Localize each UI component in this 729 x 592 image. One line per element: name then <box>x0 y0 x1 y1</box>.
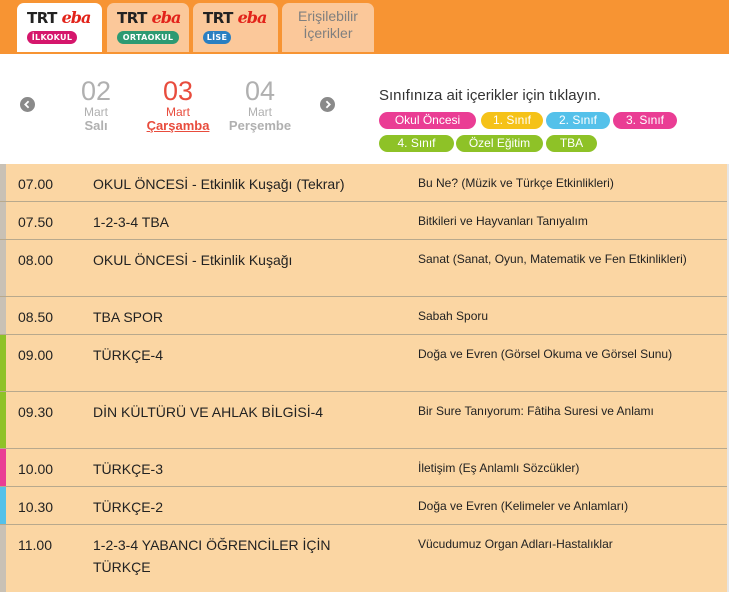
class-color-stripe <box>0 525 6 592</box>
trt-eba-logo: TRT eba <box>117 8 181 27</box>
chip-tba[interactable]: TBA <box>546 135 597 152</box>
chevron-right-icon <box>325 100 331 109</box>
class-color-stripe <box>0 297 6 334</box>
course-title: DİN KÜLTÜRÜ VE AHLAK BİLGİSİ-4 <box>93 404 324 420</box>
tab-label: Erişilebilir İçerikler <box>298 8 358 41</box>
tab-badge: LİSE <box>203 31 231 44</box>
chip-okul-oncesi[interactable]: Okul Öncesi <box>379 112 476 129</box>
schedule-row[interactable]: 07.00 OKUL ÖNCESİ - Etkinlik Kuşağı (Tek… <box>0 164 727 202</box>
date-number: 04 <box>244 76 276 106</box>
chip-4-sinif[interactable]: 4. Sınıf <box>379 135 454 152</box>
chip-2-sinif[interactable]: 2. Sınıf <box>546 112 610 129</box>
next-day-button[interactable] <box>320 97 335 112</box>
class-color-stripe <box>0 392 6 448</box>
class-color-stripe <box>0 449 6 486</box>
date-number: 02 <box>80 76 112 106</box>
class-color-stripe <box>0 335 6 391</box>
class-color-stripe <box>0 164 6 201</box>
trt-eba-logo: TRT eba <box>203 8 267 27</box>
course-title: TBA SPOR <box>93 309 164 325</box>
class-filter-prompt: Sınıfınıza ait içerikler için tıklayın. <box>379 87 601 104</box>
lesson-topic: Sabah Sporu <box>418 309 489 323</box>
lesson-topic: Bitkileri ve Hayvanları Tanıyalım <box>418 214 588 228</box>
trt-eba-logo: TRT eba <box>27 8 91 27</box>
lesson-topic: Vücudumuz Organ Adları-Hastalıklar <box>418 537 613 551</box>
date-option[interactable]: 02 Mart Salı <box>58 76 134 133</box>
chip-3-sinif[interactable]: 3. Sınıf <box>613 112 677 129</box>
class-color-stripe <box>0 202 6 239</box>
date-selector: 02 Mart Salı 03 Mart Çarşamba 04 Mart Pe… <box>0 54 729 162</box>
date-option[interactable]: 04 Mart Perşembe <box>222 76 298 133</box>
class-color-stripe <box>0 487 6 524</box>
date-weekday: Salı <box>84 118 108 133</box>
prev-day-button[interactable] <box>20 97 35 112</box>
lesson-topic: Bir Sure Tanıyorum: Fâtiha Suresi ve Anl… <box>418 404 654 418</box>
lesson-topic: Bu Ne? (Müzik ve Türkçe Etkinlikleri) <box>418 176 614 190</box>
tab-ilkokul[interactable]: TRT eba İLKOKUL <box>17 3 102 52</box>
lesson-topic: İletişim (Eş Anlamlı Sözcükler) <box>418 461 580 475</box>
tab-lise[interactable]: TRT eba LİSE <box>193 3 278 52</box>
broadcast-time: 10.30 <box>18 499 54 515</box>
course-title: OKUL ÖNCESİ - Etkinlik Kuşağı <box>93 252 293 268</box>
schedule-row[interactable]: 11.00 1-2-3-4 YABANCI ÖĞRENCİLER İÇİN TÜ… <box>0 525 727 592</box>
schedule-row[interactable]: 08.00 OKUL ÖNCESİ - Etkinlik Kuşağı Sana… <box>0 240 727 297</box>
course-title: TÜRKÇE-2 <box>93 499 164 515</box>
course-title: 1-2-3-4 TBA <box>93 214 169 230</box>
chip-ozel-egitim[interactable]: Özel Eğitim <box>456 135 543 152</box>
schedule-row[interactable]: 07.50 1-2-3-4 TBA Bitkileri ve Hayvanlar… <box>0 202 727 240</box>
lesson-topic: Doğa ve Evren (Görsel Okuma ve Görsel Su… <box>418 347 673 361</box>
broadcast-time: 11.00 <box>18 537 52 553</box>
course-title: TÜRKÇE-3 <box>93 461 164 477</box>
course-title: OKUL ÖNCESİ - Etkinlik Kuşağı (Tekrar) <box>93 176 345 192</box>
broadcast-time: 09.00 <box>18 347 54 363</box>
broadcast-time: 07.50 <box>18 214 54 230</box>
schedule-row[interactable]: 09.00 TÜRKÇE-4 Doğa ve Evren (Görsel Oku… <box>0 335 727 392</box>
lesson-topic: Sanat (Sanat, Oyun, Matematik ve Fen Etk… <box>418 252 687 266</box>
date-weekday: Perşembe <box>228 118 292 133</box>
broadcast-time: 08.00 <box>18 252 54 268</box>
schedule-row[interactable]: 08.50 TBA SPOR Sabah Sporu <box>0 297 727 335</box>
date-weekday: Çarşamba <box>146 118 210 133</box>
class-color-stripe <box>0 240 6 296</box>
date-number: 03 <box>162 76 194 106</box>
tab-badge: İLKOKUL <box>27 31 77 44</box>
lesson-topic: Doğa ve Evren (Kelimeler ve Anlamları) <box>418 499 629 513</box>
broadcast-time: 09.30 <box>18 404 54 420</box>
broadcast-time: 10.00 <box>18 461 54 477</box>
tab-ortaokul[interactable]: TRT eba ORTAOKUL <box>107 3 189 52</box>
broadcast-time: 08.50 <box>18 309 54 325</box>
date-option-selected[interactable]: 03 Mart Çarşamba <box>140 76 216 133</box>
tab-accessible-content[interactable]: Erişilebilir İçerikler <box>282 3 374 52</box>
broadcast-time: 07.00 <box>18 176 54 192</box>
channel-tab-bar: TRT eba İLKOKUL TRT eba ORTAOKUL TRT eba… <box>0 0 729 54</box>
course-title: TÜRKÇE-4 <box>93 347 164 363</box>
course-title: 1-2-3-4 YABANCI ÖĞRENCİLER İÇİN TÜRKÇE <box>93 537 331 575</box>
chip-1-sinif[interactable]: 1. Sınıf <box>481 112 543 129</box>
chevron-left-icon <box>24 100 30 109</box>
schedule-row[interactable]: 10.00 TÜRKÇE-3 İletişim (Eş Anlamlı Sözc… <box>0 449 727 487</box>
schedule-list: 07.00 OKUL ÖNCESİ - Etkinlik Kuşağı (Tek… <box>0 164 729 592</box>
schedule-row[interactable]: 09.30 DİN KÜLTÜRÜ VE AHLAK BİLGİSİ-4 Bir… <box>0 392 727 449</box>
tab-badge: ORTAOKUL <box>117 31 179 44</box>
schedule-row[interactable]: 10.30 TÜRKÇE-2 Doğa ve Evren (Kelimeler … <box>0 487 727 525</box>
